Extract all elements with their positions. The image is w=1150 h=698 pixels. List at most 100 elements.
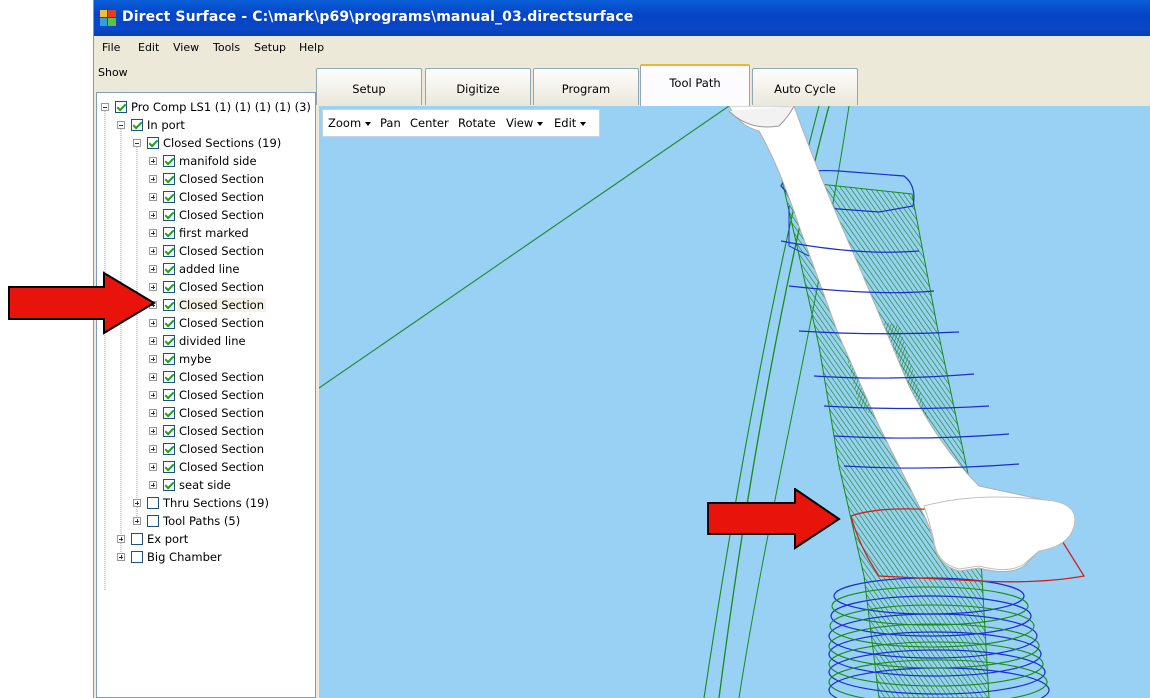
tree-label-ex-port: Ex port bbox=[147, 532, 189, 546]
checkbox[interactable] bbox=[163, 443, 175, 455]
red-arrow-right-icon bbox=[707, 488, 841, 550]
checkbox[interactable] bbox=[163, 353, 175, 365]
tree-label: Closed Section bbox=[179, 442, 265, 456]
tree-label-root: Pro Comp LS1 (1) (1) (1) (1) (3) ( bbox=[131, 100, 316, 114]
checkbox[interactable] bbox=[163, 173, 175, 185]
checkbox[interactable] bbox=[163, 263, 175, 275]
expand-icon[interactable] bbox=[149, 247, 157, 255]
dropdown-arrow-icon bbox=[580, 121, 587, 126]
tree-label: Closed Section bbox=[179, 370, 265, 384]
expand-icon[interactable] bbox=[149, 373, 157, 381]
red-arrow-left-icon bbox=[8, 271, 156, 335]
tab-auto-cycle[interactable]: Auto Cycle bbox=[752, 68, 858, 105]
collapse-icon[interactable] bbox=[101, 103, 109, 111]
tree-label: Closed Section bbox=[179, 280, 265, 294]
checkbox[interactable] bbox=[163, 155, 175, 167]
pan-button[interactable]: Pan bbox=[380, 116, 401, 130]
edit-dropdown[interactable]: Edit bbox=[554, 116, 587, 130]
checkbox[interactable] bbox=[163, 479, 175, 491]
checkbox[interactable] bbox=[163, 299, 175, 311]
expand-icon[interactable] bbox=[149, 391, 157, 399]
expand-icon[interactable] bbox=[133, 517, 141, 525]
tab-strip: Setup Digitize Program Tool Path Auto Cy… bbox=[316, 60, 1150, 106]
tree-label: Closed Section bbox=[179, 388, 265, 402]
checkbox[interactable] bbox=[163, 425, 175, 437]
expand-icon[interactable] bbox=[117, 553, 125, 561]
tree-label-thru-sections: Thru Sections (19) bbox=[163, 496, 269, 510]
checkbox-big-chamber[interactable] bbox=[131, 551, 143, 563]
tab-label: Auto Cycle bbox=[774, 82, 836, 96]
checkbox-closed-sections[interactable] bbox=[147, 137, 159, 149]
checkbox[interactable] bbox=[163, 407, 175, 419]
tree-label: Closed Section bbox=[179, 208, 265, 222]
checkbox-thru-sections[interactable] bbox=[147, 497, 159, 509]
menu-tools[interactable]: Tools bbox=[213, 41, 240, 54]
checkbox[interactable] bbox=[163, 335, 175, 347]
tree-label-closed-sections: Closed Sections (19) bbox=[163, 136, 282, 150]
expand-icon[interactable] bbox=[149, 193, 157, 201]
tab-tool-path[interactable]: Tool Path bbox=[640, 64, 750, 106]
tree-label: divided line bbox=[179, 334, 246, 348]
tree-label: seat side bbox=[179, 478, 231, 492]
expand-icon[interactable] bbox=[133, 499, 141, 507]
expand-icon[interactable] bbox=[149, 157, 157, 165]
menu-edit[interactable]: Edit bbox=[138, 41, 159, 54]
show-label: Show bbox=[98, 66, 128, 79]
tree-label: Closed Section bbox=[179, 172, 265, 186]
expand-icon[interactable] bbox=[149, 445, 157, 453]
checkbox[interactable] bbox=[163, 245, 175, 257]
center-button[interactable]: Center bbox=[410, 116, 449, 130]
checkbox[interactable] bbox=[163, 317, 175, 329]
view-dropdown[interactable]: View bbox=[506, 116, 544, 130]
tab-label: Digitize bbox=[456, 82, 500, 96]
dropdown-arrow-icon bbox=[365, 121, 372, 126]
app-window: Direct Surface - C:\mark\p69\programs\ma… bbox=[93, 0, 1150, 698]
checkbox[interactable] bbox=[163, 209, 175, 221]
tree-label: manifold side bbox=[179, 154, 257, 168]
expand-icon[interactable] bbox=[117, 535, 125, 543]
tab-program[interactable]: Program bbox=[533, 68, 639, 105]
tab-label: Tool Path bbox=[669, 76, 721, 90]
expand-icon[interactable] bbox=[149, 175, 157, 183]
menu-setup[interactable]: Setup bbox=[254, 41, 286, 54]
collapse-icon[interactable] bbox=[117, 121, 125, 129]
tab-label: Program bbox=[561, 82, 611, 96]
expand-icon[interactable] bbox=[149, 211, 157, 219]
checkbox[interactable] bbox=[163, 227, 175, 239]
collapse-icon[interactable] bbox=[133, 139, 141, 147]
tree-view[interactable]: Pro Comp LS1 (1) (1) (1) (1) (3) ( In po… bbox=[96, 92, 316, 698]
tab-label: Setup bbox=[352, 82, 386, 96]
checkbox[interactable] bbox=[163, 461, 175, 473]
menu-view[interactable]: View bbox=[173, 41, 199, 54]
tree-label-tool-paths: Tool Paths (5) bbox=[163, 514, 241, 528]
checkbox-ex-port[interactable] bbox=[131, 533, 143, 545]
checkbox[interactable] bbox=[163, 191, 175, 203]
title-bar: Direct Surface - C:\mark\p69\programs\ma… bbox=[94, 0, 1150, 36]
checkbox-root[interactable] bbox=[115, 101, 127, 113]
tab-setup[interactable]: Setup bbox=[316, 68, 422, 105]
expand-icon[interactable] bbox=[149, 463, 157, 471]
expand-icon[interactable] bbox=[149, 427, 157, 435]
tree-label: Closed Section bbox=[179, 316, 265, 330]
menu-file[interactable]: File bbox=[102, 41, 120, 54]
expand-icon[interactable] bbox=[149, 229, 157, 237]
rotate-button[interactable]: Rotate bbox=[458, 116, 496, 130]
tab-digitize[interactable]: Digitize bbox=[425, 68, 531, 105]
checkbox[interactable] bbox=[163, 389, 175, 401]
tree-label-big-chamber: Big Chamber bbox=[147, 550, 222, 564]
checkbox[interactable] bbox=[163, 281, 175, 293]
tree-label: Closed Section bbox=[179, 406, 265, 420]
expand-icon[interactable] bbox=[149, 409, 157, 417]
menu-help[interactable]: Help bbox=[299, 41, 324, 54]
tree-label: Closed Section bbox=[177, 298, 267, 312]
expand-icon[interactable] bbox=[149, 337, 157, 345]
tree-label: mybe bbox=[179, 352, 212, 366]
expand-icon[interactable] bbox=[149, 355, 157, 363]
expand-icon[interactable] bbox=[149, 481, 157, 489]
checkbox-tool-paths[interactable] bbox=[147, 515, 159, 527]
checkbox-in-port[interactable] bbox=[131, 119, 143, 131]
zoom-dropdown[interactable]: Zoom bbox=[328, 116, 372, 130]
tool-path-viewport[interactable]: Zoom Pan Center Rotate View Edit bbox=[319, 106, 1150, 698]
show-panel: Show Pro Comp LS1 (1) (1) (1) (1) (3) ( … bbox=[94, 60, 316, 698]
checkbox[interactable] bbox=[163, 371, 175, 383]
